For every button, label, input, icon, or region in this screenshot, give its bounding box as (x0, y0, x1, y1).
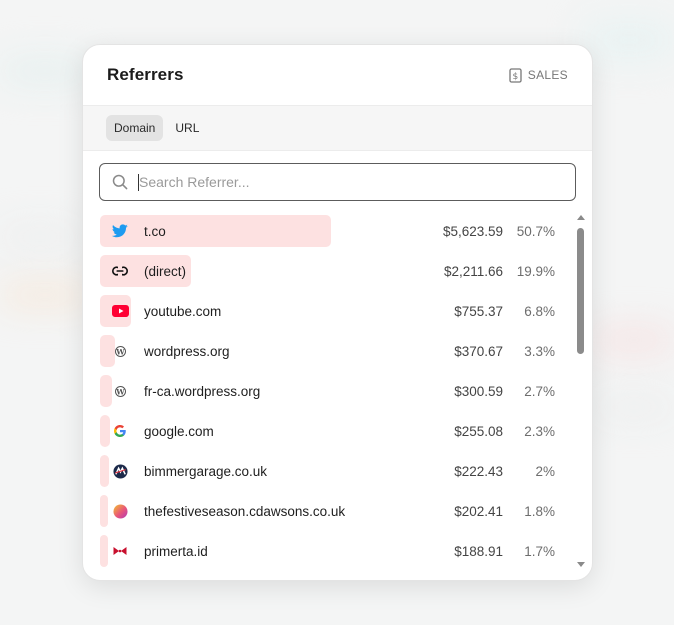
wordpress-icon-glyph: W (114, 345, 126, 357)
referrer-sales-value: $755.37 (454, 303, 503, 319)
twitter-icon-glyph (112, 224, 128, 238)
card-header: Referrers $ SALES (83, 45, 592, 106)
referrer-sales-value: $202.41 (454, 503, 503, 519)
tab-domain[interactable]: Domain (106, 115, 164, 141)
wordpress-icon: W (100, 371, 140, 411)
scrollbar-thumb[interactable] (577, 228, 584, 354)
primerta-icon (100, 531, 140, 571)
referrer-share-percent: 2.3% (524, 423, 555, 439)
receipt-dollar-icon: $ (509, 67, 522, 83)
referrer-sales-value: $2,211.66 (443, 263, 503, 279)
search-icon (112, 174, 128, 190)
sales-metric-selector[interactable]: $ SALES (509, 67, 568, 83)
referrer-sales-value: $255.08 (454, 423, 503, 439)
search-box[interactable] (99, 163, 576, 201)
referrer-row[interactable]: W wordpress.org $370.67 3.3% (100, 331, 555, 371)
scroll-up-arrow[interactable] (577, 215, 585, 220)
svg-text:$: $ (512, 72, 518, 82)
svg-text:W: W (115, 387, 125, 396)
twitter-icon (100, 211, 140, 251)
referrer-row[interactable]: bimmergarage.co.uk $222.43 2% (100, 451, 555, 491)
referrer-row[interactable]: google.com $255.08 2.3% (100, 411, 555, 451)
referrer-sales-value: $300.59 (454, 383, 503, 399)
referrer-share-percent: 19.9% (516, 263, 555, 279)
card-title: Referrers (107, 65, 184, 84)
referrer-list: t.co $5,623.59 50.7% (direct) $2,211.66 … (100, 211, 555, 571)
referrer-share-percent: 3.3% (524, 343, 555, 359)
referrer-row[interactable]: thefestiveseason.cdawsons.co.uk $202.41 … (100, 491, 555, 531)
referrers-card: Referrers $ SALES Domain URL t.co $5,623… (82, 44, 593, 581)
referrer-share-percent: 6.8% (524, 303, 555, 319)
referrer-sales-value: $188.91 (454, 543, 503, 559)
wordpress-icon-glyph: W (114, 385, 126, 397)
referrer-name: (direct) (144, 263, 187, 279)
referrer-share-percent: 2% (535, 463, 555, 479)
referrer-name: bimmergarage.co.uk (144, 463, 268, 479)
bimmergarage-icon (100, 451, 140, 491)
referrer-name: primerta.id (144, 543, 208, 559)
link-icon-glyph (112, 266, 128, 276)
referrer-name: fr-ca.wordpress.org (144, 383, 261, 399)
festiveseason-icon (100, 491, 140, 531)
referrer-row[interactable]: (direct) $2,211.66 19.9% (100, 251, 555, 291)
youtube-icon-glyph (111, 305, 129, 317)
referrer-name: youtube.com (144, 303, 222, 319)
google-icon-glyph (114, 425, 126, 437)
search-input[interactable] (139, 174, 563, 190)
referrer-list-area: t.co $5,623.59 50.7% (direct) $2,211.66 … (83, 211, 592, 579)
primerta-icon-glyph (113, 547, 127, 555)
referrer-row[interactable]: youtube.com $755.37 6.8% (100, 291, 555, 331)
referrer-row[interactable]: t.co $5,623.59 50.7% (100, 211, 555, 251)
sales-label: SALES (527, 68, 568, 82)
tab-url[interactable]: URL (167, 115, 207, 141)
festiveseason-icon-glyph (112, 503, 128, 519)
referrer-row[interactable]: W fr-ca.wordpress.org $300.59 2.7% (100, 371, 555, 411)
referrer-tabs: Domain URL (83, 106, 592, 151)
referrer-share-percent: 2.7% (524, 383, 555, 399)
svg-text:W: W (115, 347, 125, 356)
link-icon (100, 251, 140, 291)
referrer-sales-value: $370.67 (454, 343, 503, 359)
referrer-share-percent: 1.8% (524, 503, 555, 519)
referrer-sales-value: $5,623.59 (442, 223, 503, 239)
bimmergarage-icon-glyph (112, 463, 128, 479)
scroll-down-arrow[interactable] (577, 562, 585, 567)
referrer-name: t.co (144, 223, 166, 239)
referrer-share-percent: 1.7% (524, 543, 555, 559)
youtube-icon (100, 291, 140, 331)
google-icon (100, 411, 140, 451)
search-wrap (83, 151, 592, 201)
referrer-sales-value: $222.43 (454, 463, 503, 479)
scrollbar[interactable] (576, 211, 586, 571)
referrer-share-percent: 50.7% (516, 223, 555, 239)
referrer-row[interactable]: primerta.id $188.91 1.7% (100, 531, 555, 571)
referrer-name: google.com (144, 423, 214, 439)
wordpress-icon: W (100, 331, 140, 371)
referrer-name: wordpress.org (144, 343, 230, 359)
referrer-name: thefestiveseason.cdawsons.co.uk (144, 503, 346, 519)
